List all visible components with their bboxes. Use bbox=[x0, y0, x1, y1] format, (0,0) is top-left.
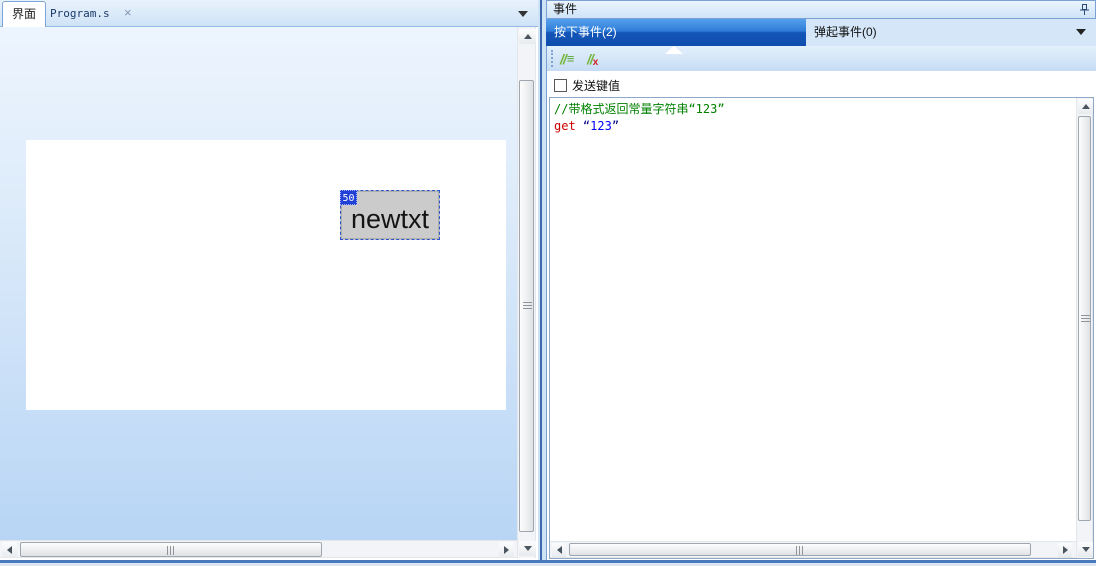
splitter-line bbox=[540, 0, 542, 560]
tab-interface[interactable]: 界面 bbox=[2, 1, 46, 27]
scroll-down-icon[interactable] bbox=[1078, 542, 1093, 557]
scroll-right-icon[interactable] bbox=[499, 542, 514, 558]
design-surface[interactable]: 50 newtxt bbox=[26, 140, 506, 410]
code-text: //带格式返回常量字符串“123” get “123” bbox=[554, 102, 725, 133]
send-key-checkbox[interactable] bbox=[554, 79, 567, 92]
code-editor[interactable]: //带格式返回常量字符串“123” get “123” bbox=[549, 97, 1094, 559]
horizontal-scroll-thumb[interactable] bbox=[569, 543, 1031, 556]
event-toolbar: //≡ //x bbox=[546, 46, 1096, 71]
tab-press-event[interactable]: 按下事件(2) bbox=[546, 19, 806, 46]
designer-vertical-scrollbar[interactable] bbox=[517, 27, 536, 558]
selected-text-control[interactable]: 50 newtxt bbox=[340, 190, 440, 240]
send-key-label: 发送键值 bbox=[572, 79, 621, 93]
code-horizontal-scrollbar[interactable] bbox=[550, 541, 1076, 558]
horizontal-scroll-thumb[interactable] bbox=[20, 542, 322, 557]
panel-splitter[interactable] bbox=[538, 0, 546, 560]
vertical-scroll-thumb[interactable] bbox=[1078, 116, 1091, 521]
events-panel-titlebar: 事件 bbox=[546, 0, 1096, 19]
scroll-up-icon[interactable] bbox=[1078, 99, 1093, 114]
event-tab-dropdown-icon[interactable] bbox=[1076, 29, 1086, 35]
vertical-scroll-thumb[interactable] bbox=[519, 80, 534, 532]
app-window: 界面 Program.s × 50 newtxt 事件 按下事件(2) 弹起事件… bbox=[0, 0, 1096, 566]
scroll-left-icon[interactable] bbox=[552, 543, 566, 557]
event-tabbar: 按下事件(2) 弹起事件(0) bbox=[546, 19, 1096, 46]
control-id-badge: 50 bbox=[340, 190, 357, 205]
scroll-left-icon[interactable] bbox=[2, 542, 17, 558]
designer-horizontal-scrollbar[interactable] bbox=[0, 540, 517, 558]
events-panel: 事件 按下事件(2) 弹起事件(0) //≡ //x 发送键值 //带格式返回常… bbox=[546, 0, 1096, 566]
design-canvas[interactable]: 50 newtxt bbox=[0, 27, 517, 540]
events-panel-title: 事件 bbox=[553, 2, 578, 16]
scroll-right-icon[interactable] bbox=[1058, 543, 1072, 557]
pin-icon[interactable] bbox=[1076, 2, 1092, 17]
uncomment-lines-icon[interactable]: //x bbox=[587, 49, 598, 69]
code-comment-line: //带格式返回常量字符串“123” bbox=[554, 102, 725, 116]
tab-overflow-icon[interactable] bbox=[518, 11, 528, 17]
scroll-up-icon[interactable] bbox=[519, 29, 536, 44]
control-label: newtxt bbox=[350, 203, 430, 234]
code-keyword: get bbox=[554, 119, 576, 133]
close-tab-icon[interactable]: × bbox=[124, 5, 132, 20]
designer-tabbar: 界面 Program.s × bbox=[0, 0, 538, 27]
code-vertical-scrollbar[interactable] bbox=[1076, 98, 1093, 558]
comment-lines-icon[interactable]: //≡ bbox=[560, 49, 574, 68]
send-key-row: 发送键值 bbox=[554, 77, 620, 94]
tab-release-event[interactable]: 弹起事件(0) bbox=[814, 19, 877, 46]
active-tab-notch bbox=[665, 46, 683, 54]
toolbar-grip[interactable] bbox=[551, 50, 553, 67]
designer-panel: 界面 Program.s × 50 newtxt bbox=[0, 0, 538, 566]
scroll-down-icon[interactable] bbox=[519, 541, 536, 556]
code-string-value: 123 bbox=[590, 119, 612, 133]
tab-program-s[interactable]: Program.s bbox=[50, 7, 110, 20]
event-content: 发送键值 //带格式返回常量字符串“123” get “123” bbox=[546, 71, 1096, 560]
